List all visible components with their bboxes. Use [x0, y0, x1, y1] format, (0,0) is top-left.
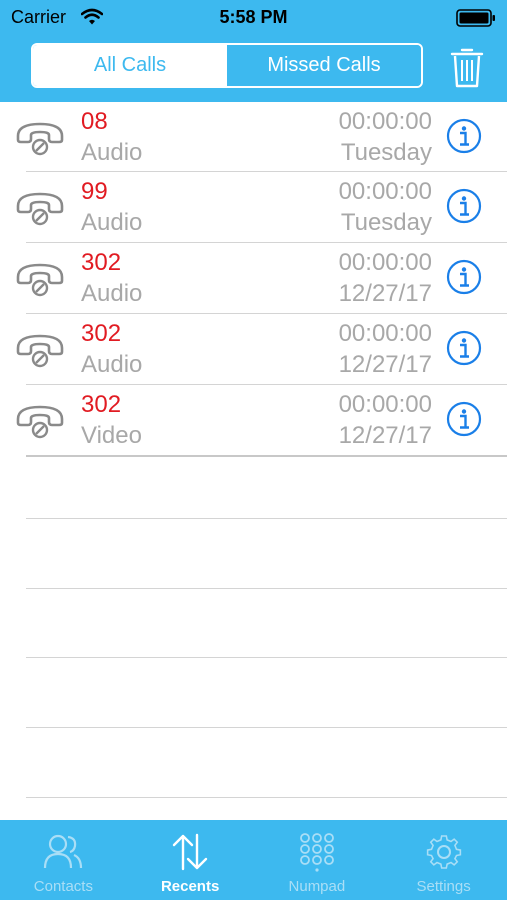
call-type: Audio: [81, 351, 143, 378]
empty-row-separator: [26, 797, 507, 798]
recent-calls-list: 08 Audio 00:00:00 Tuesday 99 Audio 00:00…: [0, 102, 507, 457]
missed-calls-segment[interactable]: Missed Calls: [227, 45, 421, 86]
missed-call-icon: [16, 192, 64, 226]
caller-number: 302: [81, 391, 122, 418]
call-type: Audio: [81, 280, 143, 307]
missed-call-icon: [16, 122, 64, 156]
tab-label: Settings: [416, 878, 471, 895]
tab-label: Numpad: [288, 878, 346, 895]
numpad-icon: [299, 833, 334, 872]
call-type: Audio: [81, 139, 143, 166]
missed-call-icon: [16, 405, 64, 439]
call-row[interactable]: 302 Audio 00:00:00 12/27/17: [16, 243, 507, 314]
caller-number: 302: [81, 320, 122, 347]
call-row[interactable]: 302 Video 00:00:00 12/27/17: [16, 385, 507, 457]
call-duration: 00:00:00: [338, 391, 432, 418]
call-row[interactable]: 302 Audio 00:00:00 12/27/17: [16, 314, 507, 385]
battery-icon: [456, 9, 495, 27]
info-icon[interactable]: [446, 188, 482, 224]
call-date: 12/27/17: [338, 422, 432, 449]
call-duration: 00:00:00: [338, 178, 432, 205]
trash-icon[interactable]: [450, 46, 484, 88]
caller-number: 302: [81, 249, 122, 276]
all-calls-segment[interactable]: All Calls: [33, 45, 227, 86]
call-row[interactable]: 08 Audio 00:00:00 Tuesday: [16, 102, 507, 172]
info-icon[interactable]: [446, 259, 482, 295]
call-row[interactable]: 99 Audio 00:00:00 Tuesday: [16, 172, 507, 243]
tab-contacts[interactable]: Contacts: [0, 820, 127, 900]
tab-label: Recents: [160, 878, 220, 895]
status-bar: Carrier 5:58 PM: [0, 0, 507, 34]
call-type: Audio: [81, 209, 143, 236]
empty-row-separator: [26, 727, 507, 728]
recents-icon: [172, 833, 208, 871]
call-date: 12/27/17: [338, 280, 432, 307]
empty-row-separator: [26, 657, 507, 658]
call-duration: 00:00:00: [338, 320, 432, 347]
call-duration: 00:00:00: [338, 108, 432, 135]
missed-call-icon: [16, 334, 64, 368]
empty-row-separator: [26, 588, 507, 589]
tab-label: Contacts: [33, 878, 93, 895]
caller-number: 99: [81, 178, 108, 205]
call-date: Tuesday: [340, 139, 432, 166]
tab-settings[interactable]: Settings: [380, 820, 507, 900]
settings-icon: [426, 835, 461, 869]
info-icon[interactable]: [446, 401, 482, 437]
tab-bar: Contacts Recents Numpad Settings: [0, 820, 507, 900]
status-time: 5:58 PM: [219, 7, 288, 27]
calls-filter-segmented-control: All Calls Missed Calls: [31, 43, 423, 88]
missed-call-icon: [16, 263, 64, 297]
call-date: Tuesday: [340, 209, 432, 236]
call-duration: 00:00:00: [338, 249, 432, 276]
call-type: Video: [81, 422, 142, 449]
tab-numpad[interactable]: Numpad: [254, 820, 381, 900]
empty-row-separator: [26, 518, 507, 519]
info-icon[interactable]: [446, 118, 482, 154]
info-icon[interactable]: [446, 330, 482, 366]
contacts-icon: [44, 834, 83, 869]
caller-number: 08: [81, 108, 108, 135]
tab-recents[interactable]: Recents: [127, 820, 254, 900]
call-date: 12/27/17: [338, 351, 432, 378]
nav-header: Carrier 5:58 PM All Calls Missed Calls: [0, 0, 507, 102]
